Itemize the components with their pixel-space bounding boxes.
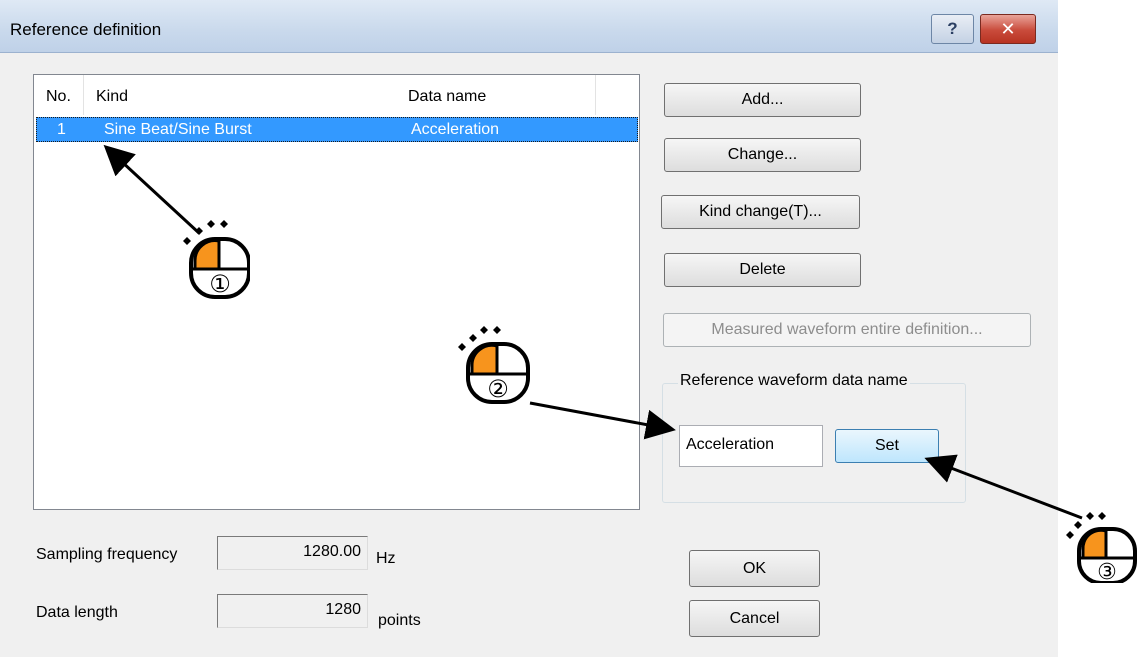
step-2-number: ②	[487, 375, 509, 403]
arrow-step2	[529, 401, 676, 440]
mouse-click-icon-3: ③	[1062, 498, 1139, 585]
mouse-click-icon-2: ②	[455, 320, 535, 405]
step-1-number: ①	[209, 270, 231, 298]
step-3-number: ③	[1097, 560, 1117, 583]
arrow-step3	[924, 454, 1083, 520]
annotation-arrows	[103, 144, 1083, 520]
mouse-click-icon-1: ①	[170, 215, 251, 300]
